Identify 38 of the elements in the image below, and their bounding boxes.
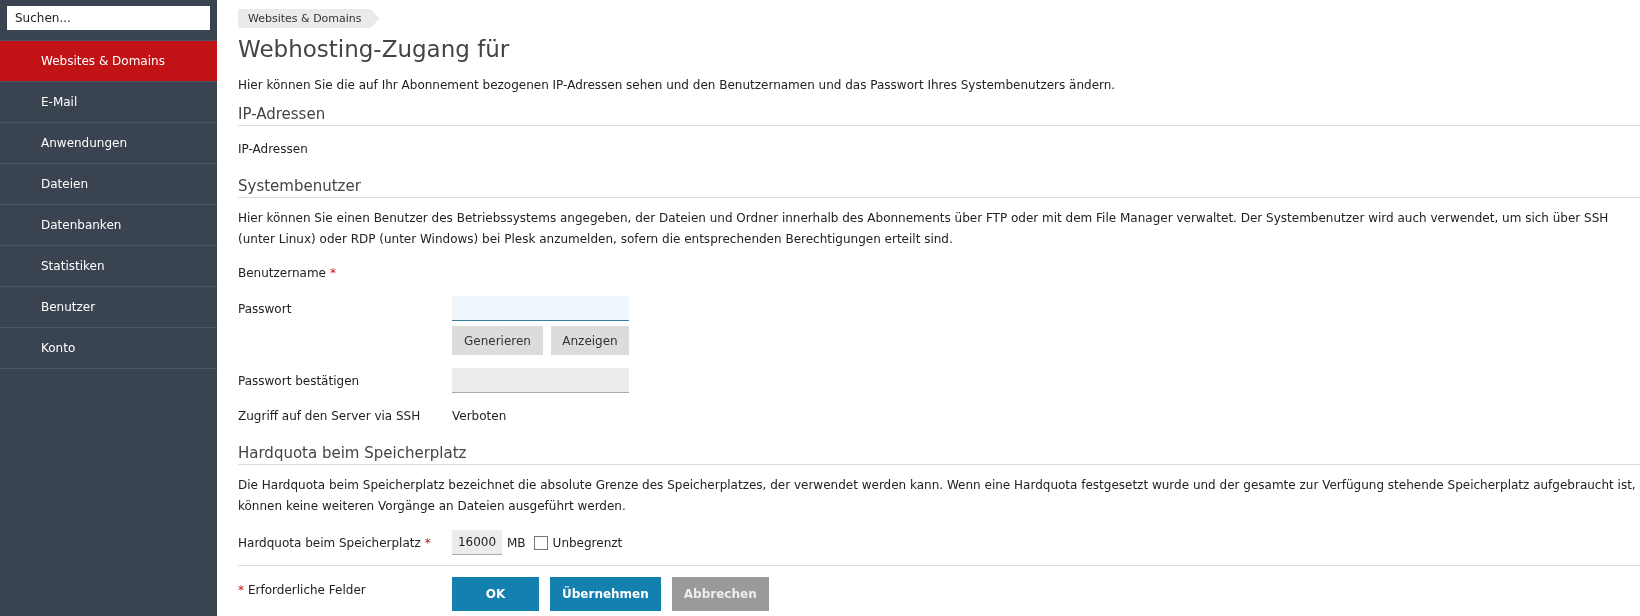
field-value: Verboten: [452, 409, 507, 423]
checkbox[interactable]: [533, 535, 548, 550]
intro-text: Hier können Sie die auf Ihr Abonnement bezogenen IP-Adressen sehen und den Benutzernamen und das Passwort Ihres Systembenutzers ändern.: [238, 78, 1117, 92]
quota-field[interactable]: 16000: [452, 530, 502, 555]
submit-button[interactable]: OK: [452, 577, 539, 611]
secondary-button[interactable]: Anzeigen: [551, 326, 629, 355]
secondary-button[interactable]: Generieren: [452, 326, 543, 355]
sidebar-item[interactable]: Websites & Domains: [0, 41, 217, 82]
submit-button[interactable]: Übernehmen: [550, 577, 661, 611]
section-description: Hier können Sie einen Benutzer des Betriebssystems angegeben, der Dateien und Ordner innerhalb des Abonnements über FTP oder mit dem File Manager verwaltet. Der Systembenutzer wird auch verwendet, um sich über SSH (unter Linux) oder RDP (unter Windows) bei Plesk anzumelden, sofern die entsprechenden Berechtigungen erteilt sind.: [238, 210, 1610, 248]
section-heading: Hardquota beim Speicherplatz: [238, 444, 1640, 465]
field-label: Hardquota beim Speicherplatz: [238, 535, 421, 550]
breadcrumb[interactable]: Websites & Domains: [238, 9, 380, 28]
password-field[interactable]: [452, 296, 629, 321]
field-label: Benutzername: [238, 266, 326, 280]
section-description: Die Hardquota beim Speicherplatz bezeichnet die absolute Grenze des Speicherplatzes, der verwendet werden kann. Wenn eine Hardquota festgesetzt wurde und der gesamte zur Verfügung stehende Speicherplatz aufgebraucht ist, können keine weiteren Vorgänge an Dateien ausgeführt werden.: [238, 477, 1637, 515]
sidebar-item[interactable]: E-Mail: [0, 82, 217, 123]
field-label: Passwort: [238, 301, 292, 316]
sidebar-item[interactable]: Anwendungen: [0, 123, 217, 164]
field-label: IP-Adressen: [238, 142, 308, 156]
required-mark: *: [238, 583, 244, 597]
page-title: Webhosting-Zugang für: [238, 36, 511, 62]
required-mark: *: [329, 266, 336, 280]
search-field[interactable]: Suchen...: [7, 6, 210, 30]
password-field[interactable]: [452, 368, 629, 393]
sidebar-item[interactable]: Konto: [0, 328, 217, 369]
section-heading: Systembenutzer: [238, 177, 1640, 198]
sidebar-item[interactable]: Dateien: [0, 164, 217, 205]
sidebar-item[interactable]: Datenbanken: [0, 205, 217, 246]
unit-label: MB: [507, 535, 526, 550]
field-label: Zugriff auf den Server via SSH: [238, 409, 421, 423]
sidebar-item[interactable]: Statistiken: [0, 246, 217, 287]
section-heading: IP-Adressen: [238, 105, 1640, 126]
field-label: Passwort bestätigen: [238, 373, 360, 388]
sidebar-item[interactable]: Benutzer: [0, 287, 217, 328]
checkbox-label: Unbegrenzt: [552, 535, 623, 550]
required-note: Erforderliche Felder: [248, 583, 366, 597]
required-mark: *: [424, 535, 431, 550]
